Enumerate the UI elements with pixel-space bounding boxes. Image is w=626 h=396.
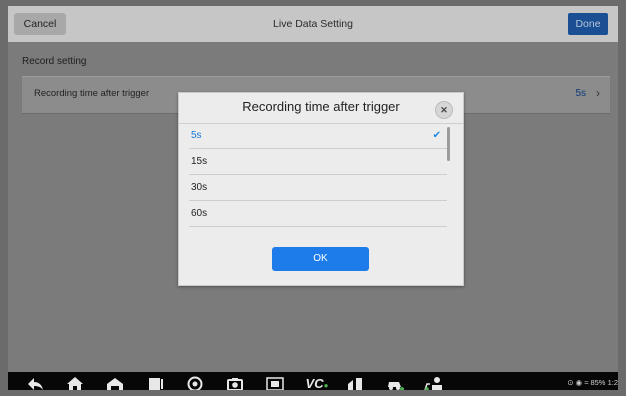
home-icon[interactable]	[66, 376, 84, 390]
status-bar: ⊙ ◉ ≈ 85% 1:2	[567, 378, 618, 387]
option-30s[interactable]: 30s	[189, 175, 447, 201]
wifi-icon: ≈	[584, 378, 589, 387]
option-label: 5s	[191, 130, 202, 141]
vehicle-info-icon[interactable]	[346, 376, 364, 390]
section-title: Record setting	[22, 56, 87, 67]
location-icon: ⊙	[567, 378, 574, 387]
page-title: Live Data Setting	[273, 18, 353, 30]
battery-status-text: 85% 1:2	[590, 378, 618, 387]
row-label: Recording time after trigger	[34, 88, 150, 99]
system-navbar: VC● ⊙ ◉ ≈ 85% 1:2	[8, 372, 618, 390]
chevron-right-icon: ›	[596, 86, 600, 100]
option-15s[interactable]: 15s	[189, 149, 447, 175]
options-list: 5s ✔ 15s 30s 60s	[189, 123, 447, 231]
done-button[interactable]: Done	[568, 13, 608, 35]
back-icon[interactable]	[26, 376, 44, 390]
app-header: Cancel Live Data Setting Done	[8, 6, 618, 42]
vci-icon[interactable]: VC●	[304, 376, 330, 390]
remote-expert-icon[interactable]	[424, 376, 442, 390]
dialog-title: Recording time after trigger	[242, 99, 400, 114]
option-60s[interactable]: 60s	[189, 201, 447, 227]
option-label: 30s	[191, 182, 208, 193]
screenshot-icon[interactable]	[266, 376, 284, 390]
camera-icon[interactable]	[226, 376, 244, 390]
car-icon[interactable]	[386, 376, 404, 390]
recording-time-dialog: Recording time after trigger ✕ 5s ✔ 15s …	[178, 92, 464, 286]
ok-button[interactable]: OK	[272, 247, 369, 271]
vci-status-icon: ◉	[575, 378, 583, 387]
recent-apps-icon[interactable]	[146, 376, 164, 390]
garage-icon[interactable]	[106, 376, 124, 390]
row-value: 5s	[575, 88, 586, 99]
checkmark-icon: ✔	[432, 130, 441, 141]
tablet-screen: Cancel Live Data Setting Done Record set…	[8, 6, 618, 390]
option-label: 15s	[191, 156, 208, 167]
option-5s[interactable]: 5s ✔	[189, 123, 447, 149]
close-icon[interactable]: ✕	[435, 101, 453, 119]
option-label: 60s	[191, 208, 208, 219]
browser-icon[interactable]	[186, 376, 204, 390]
list-scrollbar[interactable]	[447, 127, 450, 161]
